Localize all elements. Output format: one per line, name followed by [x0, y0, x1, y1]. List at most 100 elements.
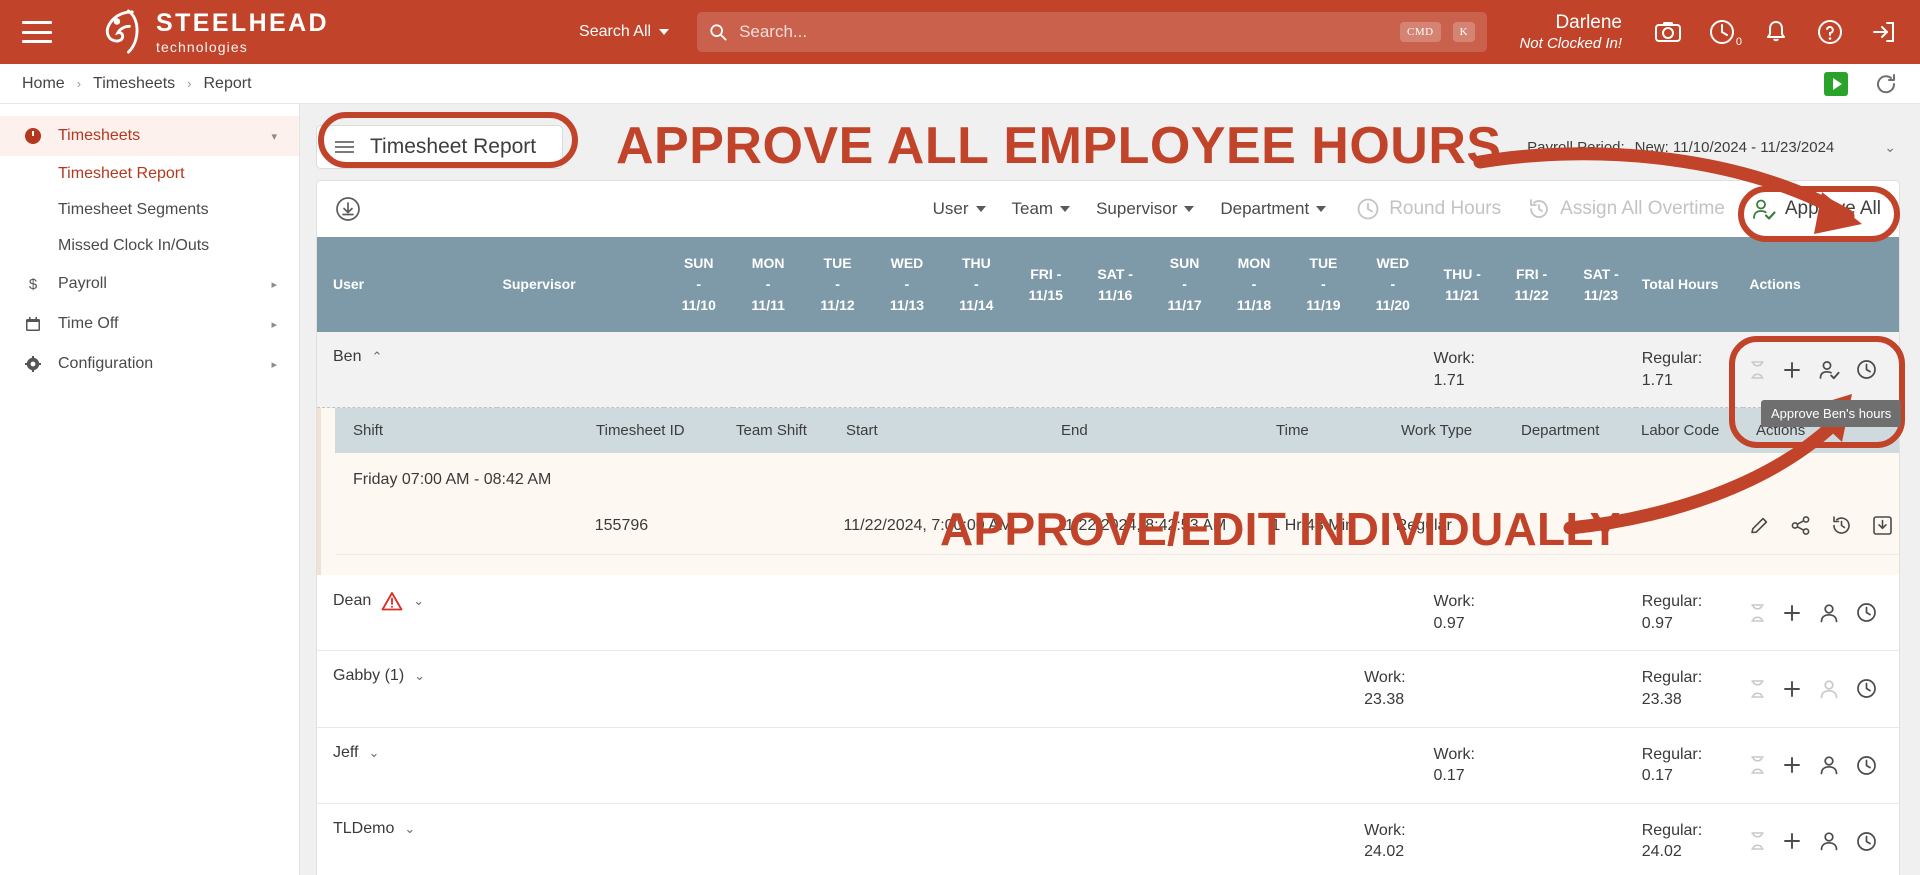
breadcrumb-actions	[1824, 71, 1898, 96]
logout-icon[interactable]	[1870, 18, 1898, 46]
sidebar-item-missed-clock[interactable]: Missed Clock In/Outs	[0, 228, 299, 264]
sidebar-item-payroll[interactable]: $ Payroll ▸	[0, 264, 299, 304]
approve-all-button[interactable]: Approve All	[1751, 197, 1881, 222]
table-row[interactable]: Ben ⌃ Work: 1.71 Regular: 1.71	[317, 332, 1899, 408]
table-row[interactable]: Gabby (1) ⌄ Work: 23.38 Regular: 23.38	[317, 651, 1899, 728]
search-scope-dropdown[interactable]: Search All	[579, 23, 670, 41]
sidebar-item-timesheet-segments[interactable]: Timesheet Segments	[0, 192, 299, 228]
pencil-icon[interactable]	[1749, 515, 1770, 536]
clock-icon[interactable]	[1856, 755, 1877, 776]
warning-icon[interactable]	[381, 591, 403, 611]
share-icon[interactable]	[1790, 515, 1811, 536]
play-icon[interactable]	[1824, 71, 1848, 96]
hourglass-icon[interactable]	[1749, 603, 1766, 623]
day-cell	[1497, 332, 1566, 408]
assign-all-overtime-button[interactable]: Assign All Overtime	[1527, 197, 1725, 221]
person-icon[interactable]	[1818, 830, 1840, 852]
regular-value: 1.71	[1641, 371, 1673, 389]
plus-icon[interactable]	[1782, 360, 1802, 380]
clock-icon[interactable]	[1856, 678, 1877, 699]
history-icon[interactable]	[1831, 515, 1852, 536]
sidebar-item-timesheets[interactable]: Timesheets ▾	[0, 116, 299, 156]
breadcrumb-item-timesheets[interactable]: Timesheets	[93, 75, 175, 93]
calendar-icon	[22, 316, 44, 332]
day-cell	[1011, 727, 1080, 803]
filter-department[interactable]: Department	[1220, 199, 1327, 219]
refresh-icon[interactable]	[1874, 72, 1898, 96]
clock-icon[interactable]	[1856, 602, 1877, 623]
global-search-box[interactable]: CMD K	[697, 12, 1488, 52]
person-icon[interactable]	[1818, 754, 1840, 776]
hourglass-icon[interactable]	[1749, 679, 1766, 699]
day-cell	[803, 727, 872, 803]
day-dash: -	[696, 276, 702, 292]
camera-icon[interactable]	[1654, 18, 1682, 46]
total-hours-cell: Regular: 0.97	[1636, 575, 1744, 651]
breadcrumb-item-report[interactable]: Report	[203, 75, 251, 93]
payroll-period-selector[interactable]: Payroll Period: New: 11/10/2024 - 11/23/…	[1527, 139, 1900, 156]
hamburger-icon[interactable]	[22, 21, 52, 43]
filter-user[interactable]: User	[933, 199, 986, 219]
download-icon[interactable]	[335, 196, 361, 222]
total-hours-cell: Regular: 24.02	[1636, 803, 1744, 875]
work-value: 24.02	[1364, 843, 1405, 861]
chevron-down-icon[interactable]: ⌄	[414, 668, 425, 684]
brand-logo[interactable]: STEELHEAD technologies	[86, 9, 329, 55]
day-date: 11/18	[1236, 297, 1272, 313]
clock-icon	[1357, 198, 1379, 220]
bell-icon[interactable]	[1762, 18, 1790, 46]
person-icon[interactable]	[1818, 602, 1840, 624]
sidebar-item-timesheet-report[interactable]: Timesheet Report	[0, 156, 299, 192]
person-check-icon	[1752, 199, 1776, 220]
filter-team[interactable]: Team	[1012, 199, 1071, 219]
person-icon[interactable]	[1818, 678, 1840, 700]
chevron-down-icon	[975, 206, 986, 212]
day-cell	[1566, 727, 1635, 803]
chevron-down-icon	[659, 29, 670, 35]
user-name: TLDemo	[333, 819, 395, 837]
person-check-icon[interactable]	[1818, 359, 1840, 381]
sidebar-item-time-off[interactable]: Time Off ▸	[0, 304, 299, 344]
chevron-down-icon[interactable]: ⌄	[404, 821, 415, 837]
plus-icon[interactable]	[1782, 831, 1802, 851]
filter-supervisor[interactable]: Supervisor	[1096, 199, 1195, 219]
chevron-down-icon[interactable]: ⌄	[413, 593, 424, 609]
hourglass-icon[interactable]	[1749, 831, 1766, 851]
day-date: 11/11	[751, 297, 785, 313]
col-day: TUE - 11/12	[802, 237, 873, 332]
report-selector[interactable]: Timesheet Report	[316, 125, 564, 169]
user-info[interactable]: Darlene Not Clocked In!	[1519, 11, 1622, 54]
day-cell	[872, 803, 941, 875]
table-row[interactable]: Dean ⌄ Work: 0.97 Regular: 0.97	[317, 575, 1899, 651]
day-dash: -	[1251, 276, 1257, 292]
plus-icon[interactable]	[1782, 603, 1802, 623]
clock-icon[interactable]	[1856, 831, 1877, 852]
download-box-icon[interactable]	[1872, 515, 1893, 536]
col-day: THU - 11/14	[941, 237, 1012, 332]
col-day: SAT - 11/23	[1566, 237, 1636, 332]
round-hours-button[interactable]: Round Hours	[1356, 197, 1501, 221]
chevron-up-icon[interactable]: ⌃	[371, 349, 382, 365]
plus-icon[interactable]	[1782, 679, 1802, 699]
shift-col-team-shift: Team Shift	[736, 422, 807, 440]
day-date: 11/16	[1098, 286, 1133, 303]
day-dash: -	[974, 276, 979, 292]
help-icon[interactable]	[1816, 18, 1844, 46]
history-badge: 0	[1735, 36, 1742, 48]
clock-icon[interactable]	[1856, 359, 1877, 380]
report-title-row: Timesheet Report APPROVE ALL EMPLOYEE HO…	[316, 117, 1900, 175]
plus-icon[interactable]	[1782, 755, 1802, 775]
shift-cell-timesheet-id: 155796	[594, 516, 649, 534]
table-row[interactable]: Jeff ⌄ Work: 0.17 Regular: 0.17	[317, 727, 1899, 804]
breadcrumb-item-home[interactable]: Home	[22, 75, 65, 93]
hourglass-icon[interactable]	[1749, 755, 1766, 775]
history-icon[interactable]: 0	[1708, 18, 1742, 48]
list-icon	[335, 141, 354, 153]
hourglass-icon[interactable]	[1749, 360, 1766, 380]
table-row[interactable]: TLDemo ⌄ Work: 24.02 Regular: 24.02	[317, 803, 1899, 875]
day-dow: SUN	[1169, 255, 1200, 271]
search-input[interactable]	[739, 22, 1389, 42]
day-cell	[872, 575, 941, 651]
sidebar-item-configuration[interactable]: Configuration ▸	[0, 344, 299, 384]
chevron-down-icon[interactable]: ⌄	[369, 745, 380, 761]
